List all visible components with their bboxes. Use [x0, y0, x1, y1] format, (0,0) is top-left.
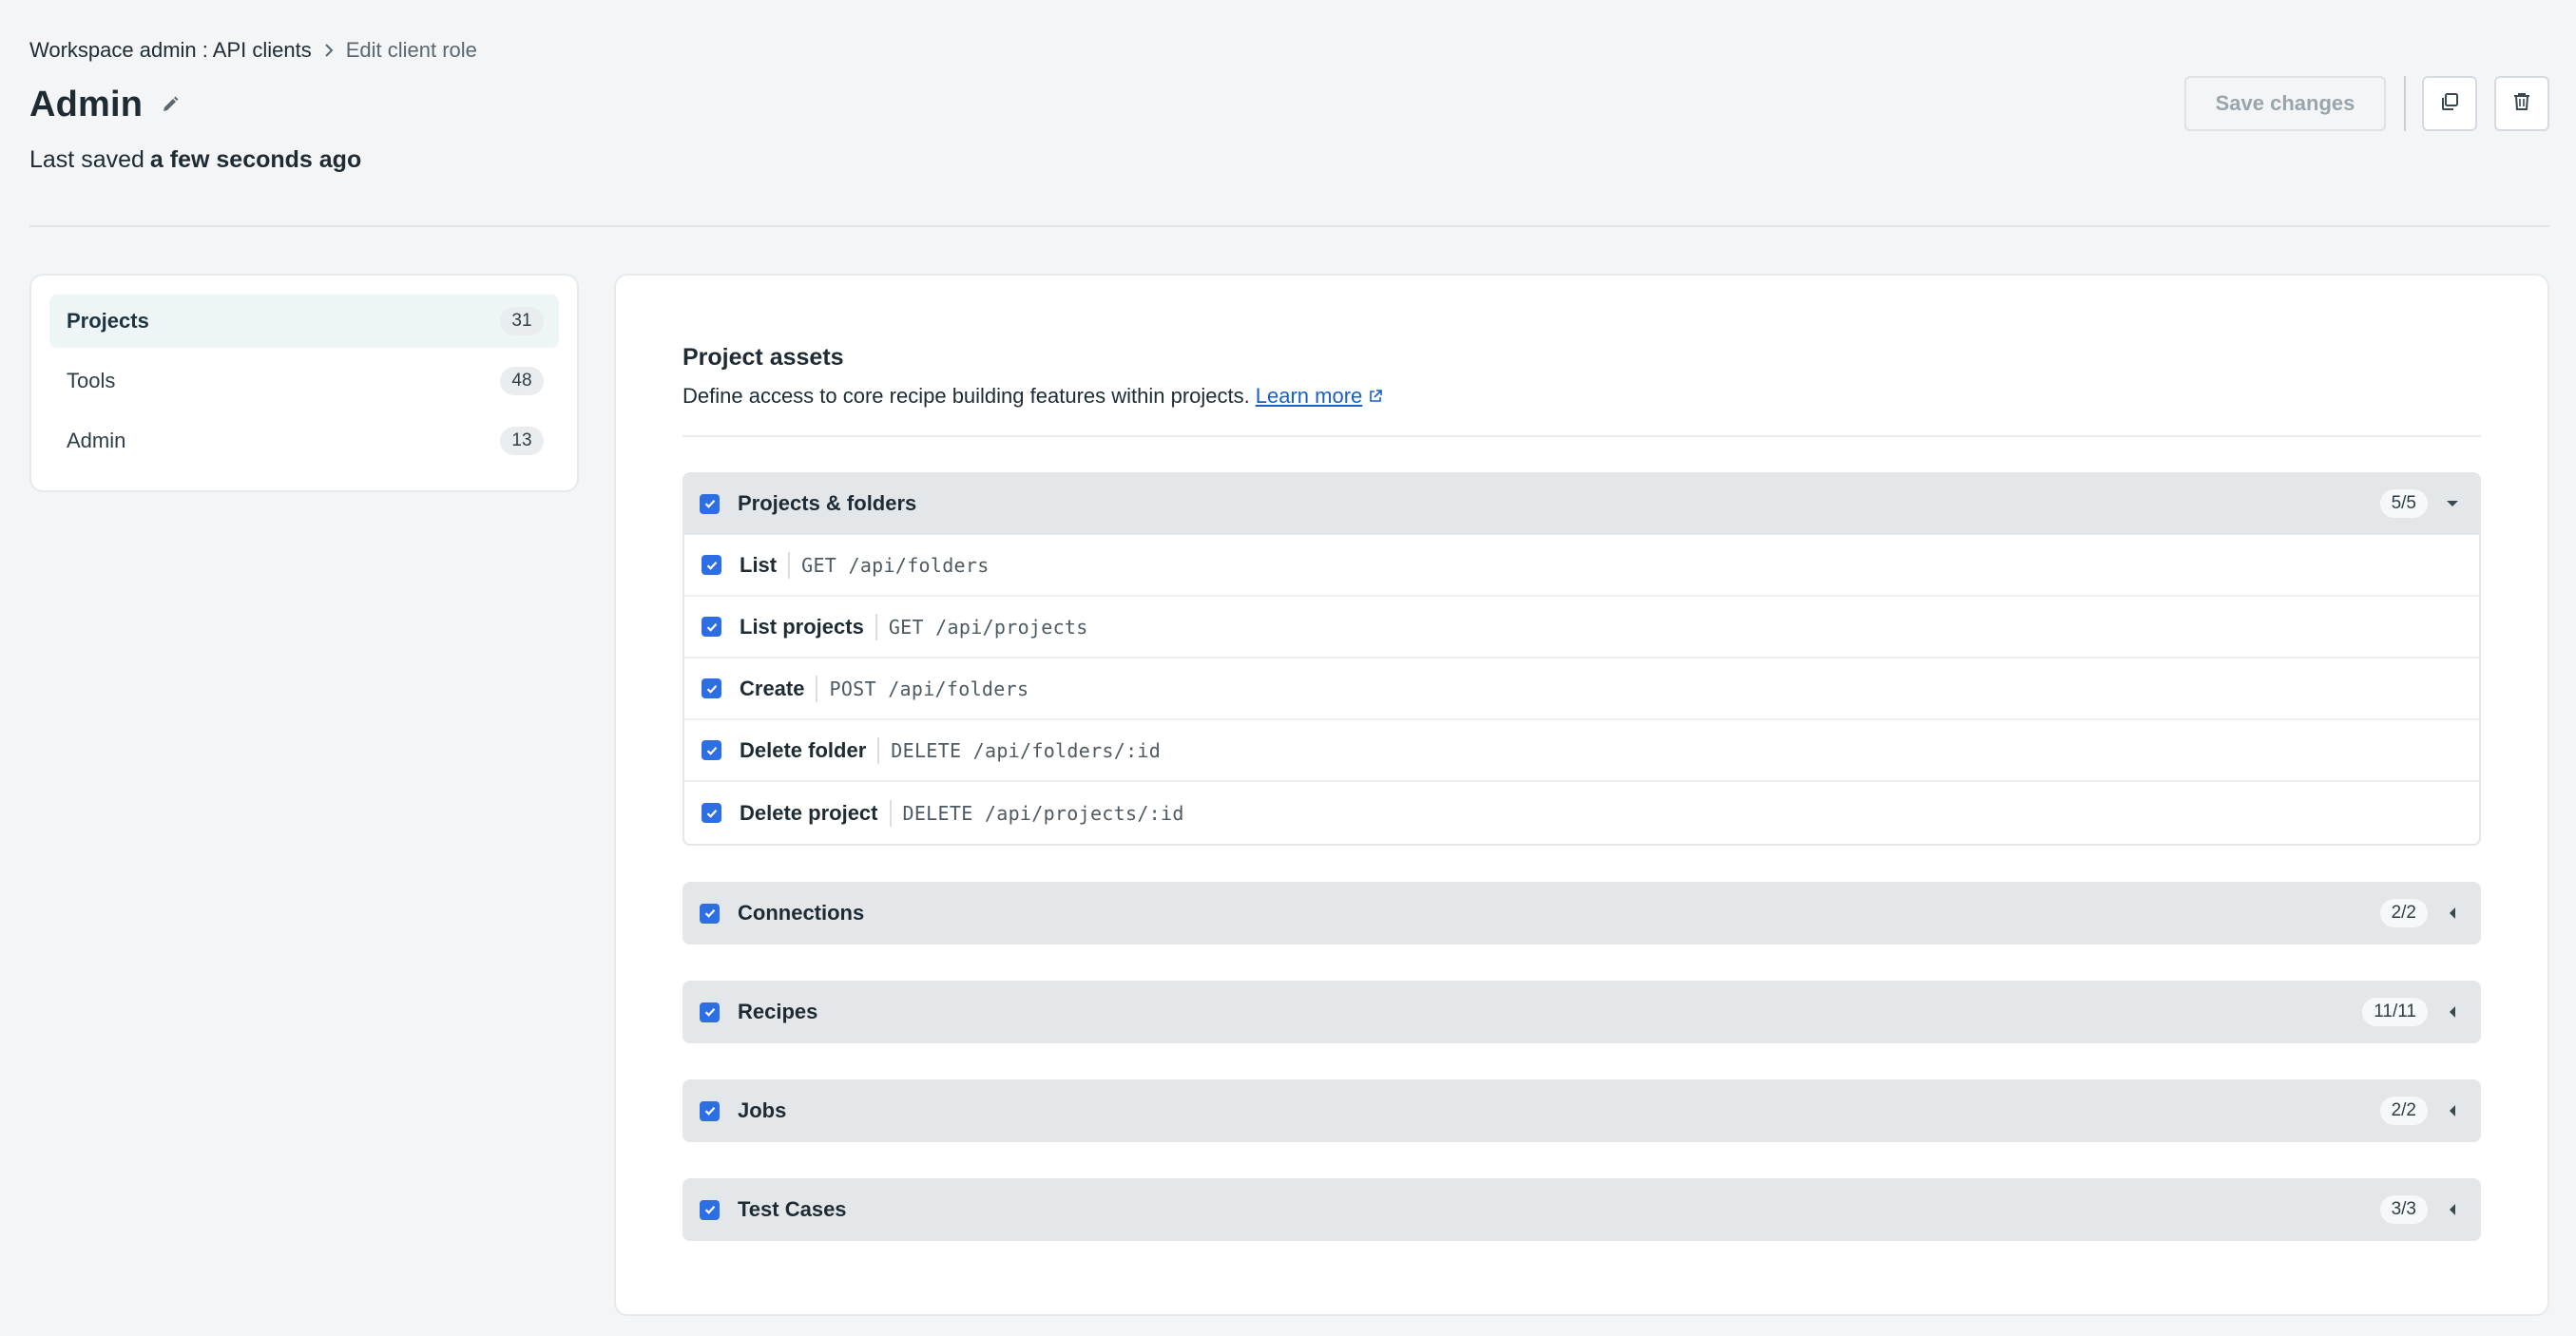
sidebar-item-label: Admin [67, 429, 126, 452]
caret-left-icon[interactable] [2445, 1004, 2460, 1020]
permission-row[interactable]: List GET /api/folders [684, 535, 2479, 597]
permission-endpoint: DELETE /api/folders/:id [891, 738, 1162, 762]
checkbox-checked-icon[interactable] [702, 678, 721, 698]
permissions-panel: Project assets Define access to core rec… [614, 274, 2549, 1316]
delete-button[interactable] [2494, 76, 2549, 131]
checkbox-checked-icon[interactable] [702, 555, 721, 575]
group-recipes: Recipes 11/11 [682, 981, 2481, 1043]
section-title: Project assets [682, 344, 844, 371]
group-permissions-list: List GET /api/folders List projects GET … [682, 535, 2481, 846]
group-header[interactable]: Test Cases 3/3 [682, 1178, 2481, 1241]
checkbox-checked-icon[interactable] [702, 617, 721, 637]
sidebar-item-count: 13 [500, 427, 544, 455]
permission-separator [877, 736, 880, 764]
section-description-text: Define access to core recipe building fe… [682, 384, 1250, 408]
caret-left-icon[interactable] [2445, 906, 2460, 921]
trash-icon [2511, 91, 2532, 117]
permission-row[interactable]: Delete project DELETE /api/projects/:id [684, 782, 2479, 844]
permission-name: Delete project [740, 800, 878, 825]
group-label: Connections [738, 901, 865, 925]
permission-separator [816, 675, 818, 702]
checkbox-checked-icon[interactable] [702, 740, 721, 760]
caret-left-icon[interactable] [2445, 1103, 2460, 1118]
sidebar-item-label: Tools [67, 369, 116, 392]
caret-left-icon[interactable] [2445, 1202, 2460, 1217]
caret-down-icon[interactable] [2445, 496, 2460, 511]
permission-name: Create [740, 676, 805, 700]
learn-more-link[interactable]: Learn more [1256, 384, 1363, 409]
permission-separator [788, 551, 791, 579]
group-label: Test Cases [738, 1197, 847, 1221]
group-header[interactable]: Projects & folders 5/5 [682, 472, 2481, 535]
sidebar-item-count: 31 [500, 307, 544, 335]
group-label: Recipes [738, 1000, 818, 1023]
group-header[interactable]: Recipes 11/11 [682, 981, 2481, 1043]
group-count: 2/2 [2379, 899, 2428, 927]
last-saved-prefix: Last saved [29, 145, 144, 173]
external-link-icon [1368, 389, 1383, 404]
group-test-cases: Test Cases 3/3 [682, 1178, 2481, 1241]
group-count: 3/3 [2379, 1195, 2428, 1224]
checkbox-checked-icon[interactable] [700, 1100, 720, 1121]
group-header[interactable]: Connections 2/2 [682, 882, 2481, 945]
checkbox-checked-icon[interactable] [700, 1199, 720, 1220]
sidebar-item-label: Projects [67, 309, 149, 333]
save-changes-button[interactable]: Save changes [2184, 76, 2386, 131]
header-divider [29, 225, 2549, 227]
sidebar-item-projects[interactable]: Projects 31 [49, 295, 559, 348]
permission-groups: Projects & folders 5/5 List GET /api/fol… [682, 472, 2481, 1277]
permission-separator [889, 799, 892, 827]
sidebar-item-tools[interactable]: Tools 48 [49, 354, 559, 408]
checkbox-checked-icon[interactable] [700, 493, 720, 514]
permission-row[interactable]: Delete folder DELETE /api/folders/:id [684, 720, 2479, 782]
actions-divider [2404, 76, 2406, 131]
breadcrumb-root-link[interactable]: Workspace admin : API clients [29, 38, 312, 63]
group-count: 2/2 [2379, 1097, 2428, 1125]
group-count: 5/5 [2379, 489, 2428, 518]
section-description: Define access to core recipe building fe… [682, 384, 1383, 409]
permission-endpoint: GET /api/projects [888, 615, 1088, 639]
permission-row[interactable]: Create POST /api/folders [684, 658, 2479, 720]
sidebar-item-admin[interactable]: Admin 13 [49, 414, 559, 468]
group-header[interactable]: Jobs 2/2 [682, 1079, 2481, 1142]
category-sidebar: Projects 31 Tools 48 Admin 13 [29, 274, 579, 492]
permission-name: List projects [740, 614, 864, 639]
group-label: Projects & folders [738, 491, 917, 515]
header-actions: Save changes [2184, 76, 2549, 131]
breadcrumb: Workspace admin : API clients Edit clien… [29, 36, 477, 65]
page-title: Admin [29, 84, 144, 124]
title-row: Admin [29, 82, 183, 127]
permission-separator [875, 613, 877, 640]
group-projects-folders: Projects & folders 5/5 List GET /api/fol… [682, 472, 2481, 846]
pencil-icon[interactable] [158, 92, 183, 117]
copy-icon [2439, 91, 2460, 117]
duplicate-button[interactable] [2422, 76, 2477, 131]
group-jobs: Jobs 2/2 [682, 1079, 2481, 1142]
group-label: Jobs [738, 1098, 787, 1122]
checkbox-checked-icon[interactable] [700, 1002, 720, 1022]
checkbox-checked-icon[interactable] [702, 803, 721, 823]
chevron-right-icon [323, 43, 335, 58]
last-saved-value: a few seconds ago [149, 145, 362, 173]
permission-name: Delete folder [740, 737, 867, 762]
permission-endpoint: DELETE /api/projects/:id [902, 801, 1184, 825]
section-divider [682, 435, 2481, 437]
permission-endpoint: POST /api/folders [829, 677, 1029, 700]
checkbox-checked-icon[interactable] [700, 903, 720, 924]
permission-endpoint: GET /api/folders [801, 553, 990, 577]
group-count: 11/11 [2362, 998, 2428, 1026]
group-connections: Connections 2/2 [682, 882, 2481, 945]
permission-row[interactable]: List projects GET /api/projects [684, 597, 2479, 658]
last-saved-status: Last saved a few seconds ago [29, 144, 361, 175]
sidebar-item-count: 48 [500, 367, 544, 395]
permission-name: List [740, 552, 778, 577]
breadcrumb-current: Edit client role [345, 38, 477, 62]
